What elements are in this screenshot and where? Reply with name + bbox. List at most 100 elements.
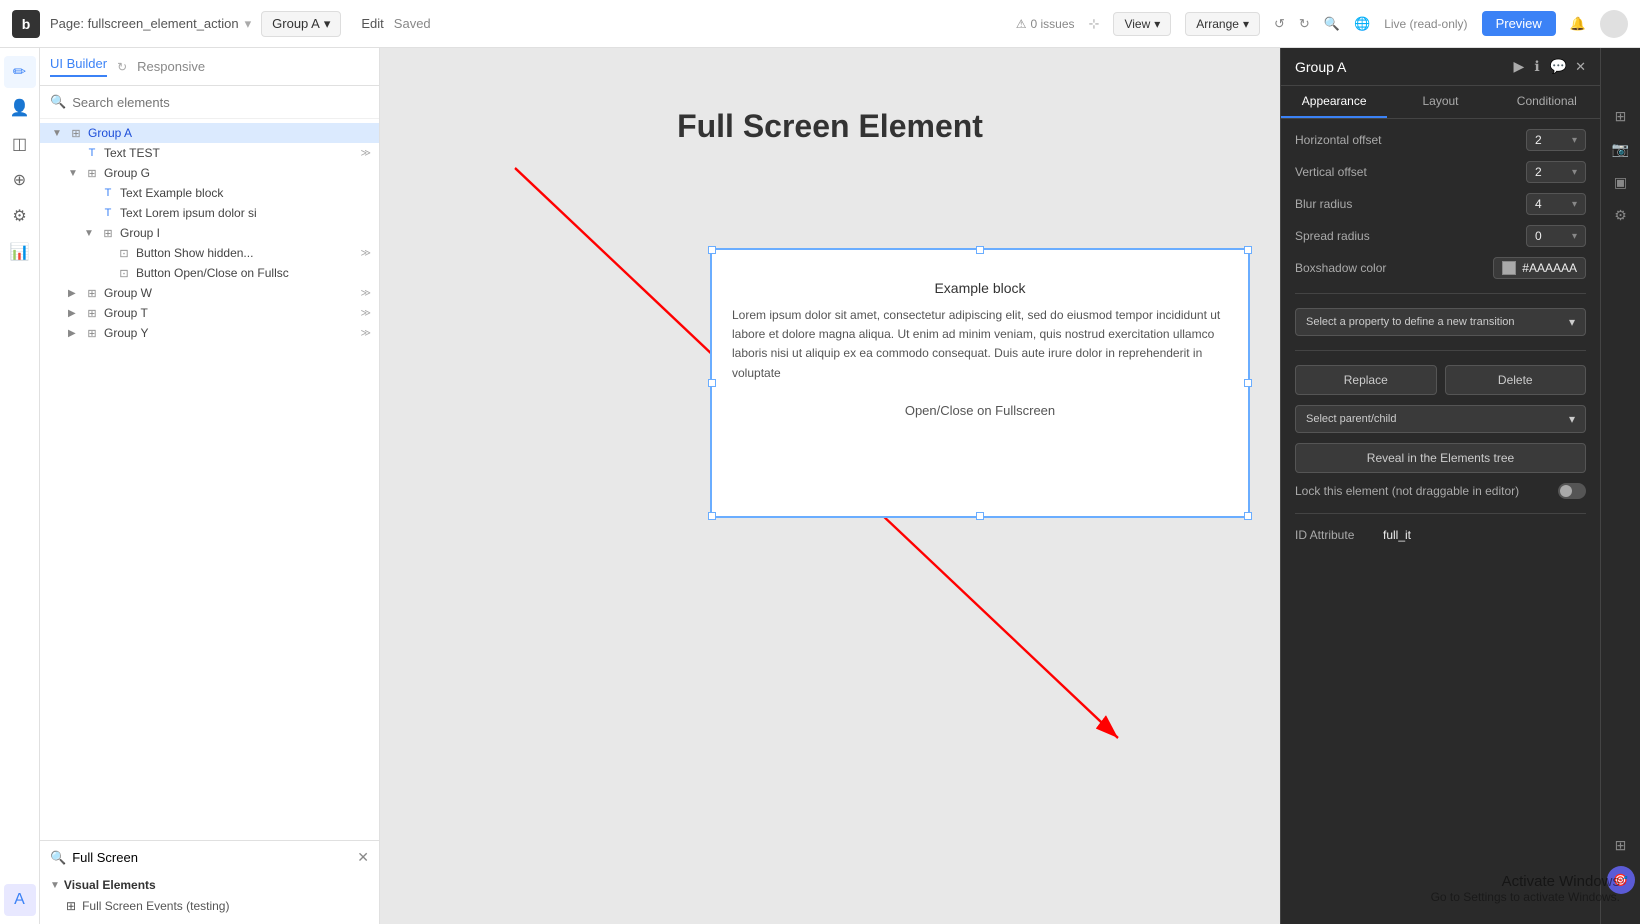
badge: ≫ [361,248,371,259]
view-button[interactable]: View ▾ [1113,12,1171,36]
canvas-group-a-element[interactable]: Example block Lorem ipsum dolor sit amet… [710,248,1250,518]
database-icon[interactable]: ◫ [4,128,36,160]
user-circle-icon[interactable]: 🎯 [1607,866,1635,894]
tree-item-text-lorem[interactable]: T Text Lorem ipsum dolor si [40,203,379,223]
resize-handle-tc[interactable] [976,246,984,254]
tree-item-button-show[interactable]: ⊡ Button Show hidden... ≫ [40,243,379,263]
resize-handle-ml[interactable] [708,379,716,387]
tree-item-group-y[interactable]: ▶ ⊞ Group Y ≫ [40,323,379,343]
issues-indicator: ⚠ 0 issues [1016,17,1075,31]
boxshadow-color-label: Boxshadow color [1295,261,1485,275]
resize-handle-tr[interactable] [1244,246,1252,254]
right-panel-header: Group A ▶ ℹ 💬 ✕ [1281,48,1600,86]
tree-item-label: Group W [104,286,357,300]
undo-icon[interactable]: ↺ [1274,16,1285,32]
tab-ui-builder[interactable]: UI Builder [50,56,107,77]
chevron-down-icon: ▾ [1572,167,1577,178]
tab-layout[interactable]: Layout [1387,86,1493,118]
notification-icon[interactable]: 🔔 [1570,16,1586,32]
live-label: Live (read-only) [1384,17,1467,31]
close-icon[interactable]: ✕ [1575,59,1586,75]
layers-icon[interactable]: ▣ [1614,174,1627,191]
saved-label: Saved [394,16,431,31]
tree-item-group-t[interactable]: ▶ ⊞ Group T ≫ [40,303,379,323]
reveal-button[interactable]: Reveal in the Elements tree [1295,443,1586,473]
grid-icon[interactable]: ⊞ [1615,108,1627,125]
parent-child-select[interactable]: Select parent/child ▾ [1295,405,1586,433]
vertical-offset-row: Vertical offset 2 ▾ [1295,161,1586,183]
user-avatar-icon[interactable]: A [4,884,36,916]
divider [1295,513,1586,514]
fullscreen-section: 🔍 ✕ ▼ Visual Elements ⊞ Full Screen Even… [40,840,379,924]
group-icon: ⊞ [84,167,100,180]
toggle-icon: ▼ [52,128,64,139]
tree-item-group-g[interactable]: ▼ ⊞ Group G [40,163,379,183]
resize-handle-tl[interactable] [708,246,716,254]
vertical-offset-value[interactable]: 2 ▾ [1526,161,1586,183]
delete-button[interactable]: Delete [1445,365,1587,395]
tree-item-text-test[interactable]: T Text TEST ≫ [40,143,379,163]
boxshadow-color-picker[interactable]: #AAAAAA [1493,257,1586,279]
tree-item-group-w[interactable]: ▶ ⊞ Group W ≫ [40,283,379,303]
lock-toggle[interactable] [1558,483,1586,499]
tab-conditional[interactable]: Conditional [1494,86,1600,118]
users-icon[interactable]: 👤 [4,92,36,124]
blur-radius-value[interactable]: 4 ▾ [1526,193,1586,215]
tree-item-text-example[interactable]: T Text Example block [40,183,379,203]
tree-item-group-i[interactable]: ▼ ⊞ Group I [40,223,379,243]
button-icon: ⊡ [116,247,132,260]
resize-handle-bc[interactable] [976,512,984,520]
open-close-button[interactable]: Open/Close on Fullscreen [712,403,1248,418]
search-input[interactable] [72,95,369,110]
redo-icon[interactable]: ↻ [1299,16,1310,32]
builder-icon[interactable]: ✏ [4,56,36,88]
group-selector[interactable]: Group A ▾ [261,11,341,37]
avatar[interactable] [1600,10,1628,38]
transition-select[interactable]: Select a property to define a new transi… [1295,308,1586,336]
globe-icon: 🌐 [1354,16,1370,32]
fs-item-events[interactable]: ⊞ Full Screen Events (testing) [50,896,369,916]
tree-item-label: Text Lorem ipsum dolor si [120,206,371,220]
resize-handle-bl[interactable] [708,512,716,520]
group-icon: ⊞ [84,307,100,320]
info-icon[interactable]: ℹ [1534,58,1539,75]
group-icon: ⊞ [68,127,84,140]
tab-appearance[interactable]: Appearance [1281,86,1387,118]
settings-gear-icon[interactable]: ⚙ [1614,207,1627,224]
view-label: View [1124,17,1150,31]
settings-icon[interactable]: ⚙ [4,200,36,232]
tree-item-label: Text TEST [104,146,357,160]
replace-button[interactable]: Replace [1295,365,1437,395]
tree-item-group-a[interactable]: ▼ ⊞ Group A [40,123,379,143]
resize-handle-mr[interactable] [1244,379,1252,387]
tree-item-label: Button Open/Close on Fullsc [136,266,371,280]
text-icon: T [84,147,100,159]
group-icon: ⊞ [66,899,76,913]
preview-button[interactable]: Preview [1482,11,1556,36]
action-buttons: Replace Delete [1295,365,1586,395]
badge: ≫ [361,308,371,319]
divider [1295,293,1586,294]
search-icon[interactable]: 🔍 [1324,16,1340,32]
collapse-icon[interactable]: ▼ [50,880,60,891]
toggle-icon: ▼ [68,168,80,179]
close-icon[interactable]: ✕ [357,849,369,866]
chart-icon[interactable]: 📊 [4,236,36,268]
play-icon[interactable]: ▶ [1514,58,1525,75]
fullscreen-search-input[interactable] [72,850,351,865]
tree-item-button-open[interactable]: ⊡ Button Open/Close on Fullsc [40,263,379,283]
text-icon: T [100,207,116,219]
apps-icon[interactable]: ⊞ [1615,837,1627,854]
resize-handle-br[interactable] [1244,512,1252,520]
comment-icon[interactable]: 💬 [1550,58,1567,75]
spread-radius-value[interactable]: 0 ▾ [1526,225,1586,247]
horizontal-offset-value[interactable]: 2 ▾ [1526,129,1586,151]
tab-responsive[interactable]: Responsive [137,59,205,74]
horizontal-offset-number: 2 [1535,133,1542,147]
id-attribute-input[interactable] [1383,528,1538,542]
right-panel-title: Group A [1295,59,1506,75]
camera-icon[interactable]: 📷 [1612,141,1629,158]
chevron-down-icon: ▾ [1569,315,1575,329]
plugin-icon[interactable]: ⊕ [4,164,36,196]
arrange-button[interactable]: Arrange ▾ [1185,12,1260,36]
